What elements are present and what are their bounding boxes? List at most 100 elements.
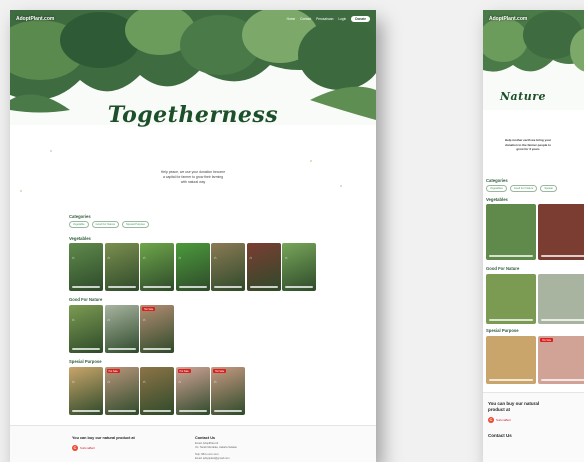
mobile-good-for-nature-cards [486,274,584,324]
intro-text: Help peace, we use your donation become … [160,170,226,184]
navbar: AdoptPlant.com Home Contact Perusahaan L… [10,14,376,24]
mobile-chip-spesial[interactable]: Spesial [540,185,557,192]
mobile-footer: You can buy our natural product at C Sub… [483,392,584,462]
product-card[interactable]: ⌂ [104,305,139,353]
location-pin-icon: ⌂ [178,379,181,384]
mobile-product-card[interactable] [538,204,584,260]
categories-heading: Categories [69,214,91,219]
card-progress-bar [178,410,207,412]
good-for-nature-card-row: ⌂ ⌂ Hot Sale ⌂ [69,305,174,353]
submabell-logo-icon: C [72,445,78,451]
mobile-category-chips: Vegetables Good For Nature Spesial [486,185,557,192]
card-progress-bar [214,410,242,412]
product-card[interactable]: ⌂ [282,243,316,291]
mobile-submabell-link[interactable]: C SubmaBell [488,417,511,423]
desktop-page-mockup: AdoptPlant.com Home Contact Perusahaan L… [10,10,376,462]
mobile-section-spesial-purpose: Spesial Purpose [486,328,519,333]
footer-buy-heading: You can buy our natural product at [72,436,135,440]
mobile-product-card[interactable] [486,336,536,384]
location-pin-icon: ⌂ [107,255,110,260]
card-progress-bar [143,410,171,412]
section-title-spesial-purpose: Spesial Purpose [69,359,102,364]
product-card[interactable]: Hot Sale ⌂ [211,367,245,415]
location-pin-icon: ⌂ [214,255,217,260]
product-card[interactable]: Hot Sale ⌂ [175,367,210,415]
mobile-categories-heading: Categories [486,178,508,183]
chip-good-for-nature[interactable]: Good For Nature [91,221,120,228]
product-card[interactable]: ⌂ [246,243,281,291]
hero-title: Togetherness [107,102,279,128]
card-progress-bar [72,348,100,350]
location-pin-icon: ⌂ [72,379,75,384]
product-card[interactable]: ⌂ [69,305,103,353]
footer-contact-heading: Contact Us [195,436,216,440]
nav-link-home[interactable]: Home [287,17,296,21]
mobile-navbar: AdoptPlant.com [483,14,584,24]
mobile-chip-good-for-nature[interactable]: Good For Nature [509,185,538,192]
product-card[interactable]: ⌂ [140,367,174,415]
mobile-vegetables-cards [486,204,584,260]
location-pin-icon: ⌂ [72,317,75,322]
product-card[interactable]: ⌂ [104,243,139,291]
hot-sale-badge: Hot Sale [106,369,120,373]
nav-link-perusahaan[interactable]: Perusahaan [316,17,333,21]
contact-details: Email: AdoptPlant.id Jln. Tanah Merdeka,… [195,442,238,460]
location-pin-icon: ⌂ [107,379,110,384]
mobile-submabell-logo-icon: C [488,417,494,423]
product-card[interactable]: ⌂ [175,243,210,291]
hot-sale-badge: Hot Sale [213,369,227,373]
product-card[interactable]: ⌂ [69,243,103,291]
nav-links: Home Contact Perusahaan Login Donate [287,16,370,22]
mobile-page-mockup: AdoptPlant.com Nature Help mother earth … [483,10,584,462]
category-chips: Vegetable Good For Nature Spesial Purpos… [69,221,149,228]
hot-sale-badge: Hot Sale [177,369,191,373]
location-pin-icon: ⌂ [285,255,288,260]
card-progress-bar [143,286,171,288]
product-card[interactable]: Hot Sale ⌂ [104,367,139,415]
spesial-purpose-card-row: ⌂ Hot Sale ⌂ ⌂ Hot Sale ⌂ Hot Sale ⌂ [69,367,245,415]
card-progress-bar [72,286,100,288]
section-title-vegetables: Vegetables [69,236,91,241]
location-pin-icon: ⌂ [143,379,146,384]
mobile-hero-title: Nature [499,90,547,103]
mobile-chip-vegetables[interactable]: Vegetables [486,185,507,192]
card-progress-bar [214,286,242,288]
location-pin-icon: ⌂ [143,255,146,260]
card-progress-bar [72,410,100,412]
product-card[interactable]: ⌂ [140,243,174,291]
submabell-link[interactable]: C SubmaBell [72,445,95,451]
card-progress-bar [107,286,136,288]
product-card[interactable]: Hot Sale ⌂ [140,305,174,353]
mobile-intro-text: Help mother earth we bring your donation… [504,138,552,151]
card-progress-bar [178,286,207,288]
product-card[interactable]: ⌂ [69,367,103,415]
mobile-product-card[interactable] [486,274,536,324]
mobile-contact-heading: Contact Us [488,433,512,438]
site-logo[interactable]: AdoptPlant.com [16,16,54,22]
mobile-product-card[interactable] [538,274,584,324]
location-pin-icon: ⌂ [143,317,146,322]
footer: You can buy our natural product at C Sub… [10,425,376,462]
mobile-section-vegetables: Vegetables [486,197,508,202]
nav-link-login[interactable]: Login [338,17,346,21]
donate-button[interactable]: Donate [351,16,370,22]
location-pin-icon: ⌂ [107,317,110,322]
vegetables-card-row: ⌂ ⌂ ⌂ ⌂ ⌂ ⌂ ⌂ [69,243,316,291]
card-progress-bar [249,286,278,288]
mobile-site-logo[interactable]: AdoptPlant.com [489,16,527,22]
section-title-good-for-nature: Good For Nature [69,297,103,302]
location-pin-icon: ⌂ [249,255,252,260]
mobile-product-card[interactable] [486,204,536,260]
chip-spesial-purpose[interactable]: Spesial Purpose [122,221,149,228]
nav-link-contact[interactable]: Contact [300,17,311,21]
mobile-buy-heading: You can buy our natural product at [488,401,540,412]
product-card[interactable]: ⌂ [211,243,245,291]
card-progress-bar [107,348,136,350]
mobile-spesial-cards: Hot Sale [486,336,584,384]
card-progress-bar [143,348,171,350]
chip-vegetable[interactable]: Vegetable [69,221,89,228]
card-progress-bar [285,286,313,288]
location-pin-icon: ⌂ [178,255,181,260]
mobile-product-card[interactable]: Hot Sale [538,336,584,384]
card-progress-bar [107,410,136,412]
